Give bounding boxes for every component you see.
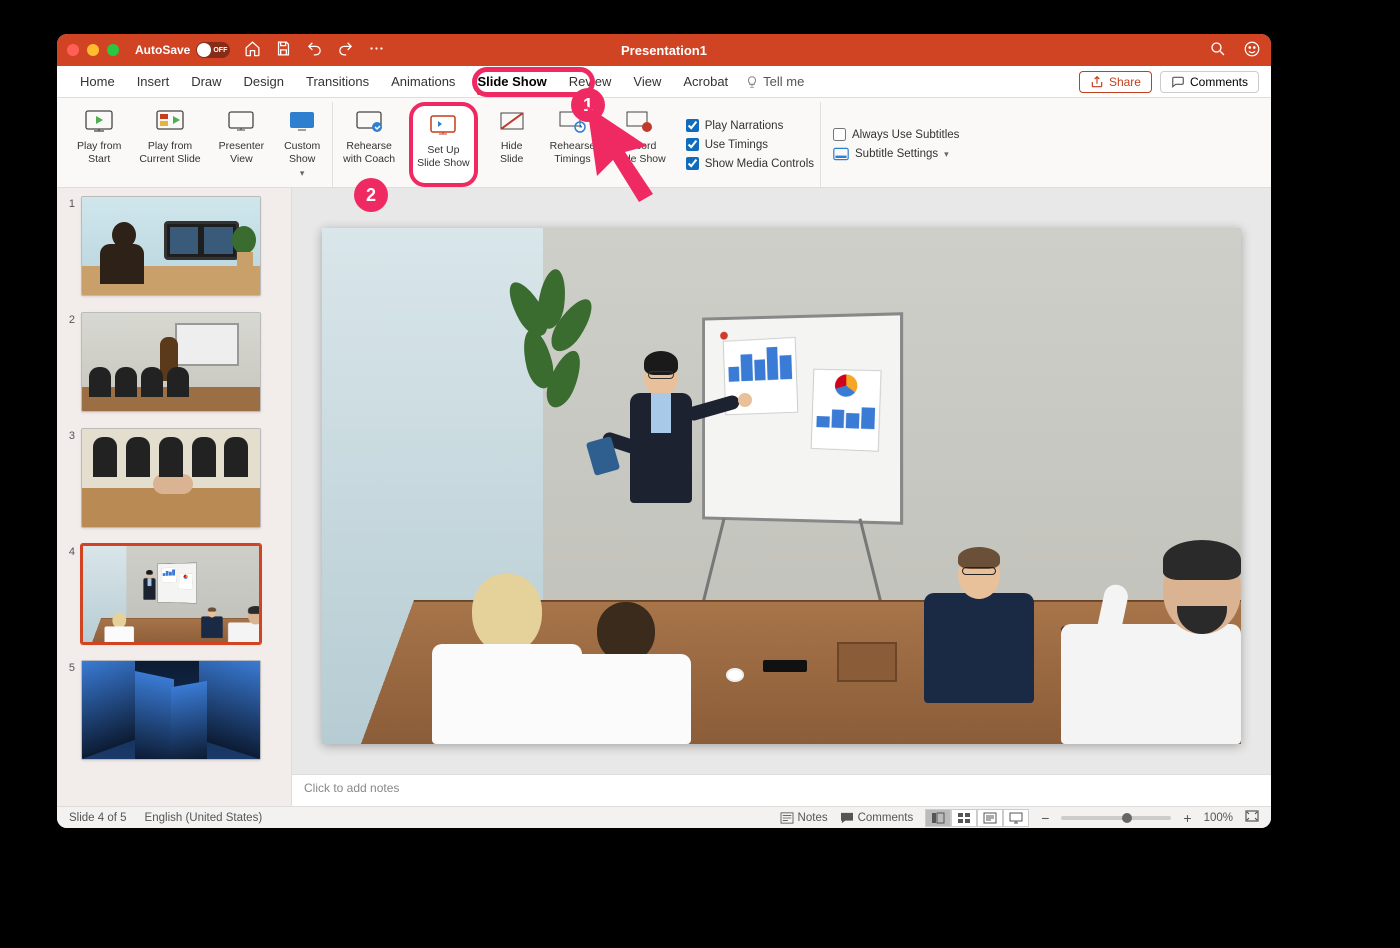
play-narrations-checkbox[interactable]: Play Narrations — [686, 119, 814, 132]
tab-draw[interactable]: Draw — [180, 66, 232, 98]
coach-icon — [353, 106, 385, 138]
zoom-level[interactable]: 100% — [1204, 812, 1233, 824]
share-button[interactable]: Share — [1079, 71, 1152, 93]
thumbnail-2[interactable] — [81, 312, 261, 412]
editor-main: Click to add notes — [292, 188, 1271, 806]
reading-view-button[interactable] — [977, 809, 1003, 827]
thumbnail-5[interactable] — [81, 660, 261, 760]
comments-button[interactable]: Comments — [1160, 71, 1259, 93]
presenter-view-button[interactable]: Presenter View — [215, 102, 269, 187]
smiley-icon[interactable] — [1243, 40, 1261, 61]
thumb-number: 5 — [63, 660, 75, 760]
notes-placeholder: Click to add notes — [304, 781, 399, 795]
slide-position[interactable]: Slide 4 of 5 — [69, 812, 127, 824]
titlebar: AutoSave OFF Presentation1 — [57, 34, 1271, 66]
thumbnail-4[interactable] — [81, 544, 261, 644]
app-window: AutoSave OFF Presentation1 Home Insert D… — [57, 34, 1271, 828]
lightbulb-icon — [745, 75, 759, 89]
thumb-number: 4 — [63, 544, 75, 644]
use-timings-checkbox[interactable]: Use Timings — [686, 138, 814, 151]
language-status[interactable]: English (United States) — [145, 812, 263, 824]
set-up-slide-show-button[interactable]: Set Up Slide Show — [409, 102, 478, 187]
play-current-icon — [154, 106, 186, 138]
thumb-number: 2 — [63, 312, 75, 412]
record-slide-show-button[interactable]: Record Slide Show — [609, 102, 670, 187]
notes-icon — [780, 812, 794, 824]
tab-review[interactable]: Review — [558, 66, 623, 98]
view-mode-buttons — [925, 809, 1029, 827]
comments-toggle[interactable]: Comments — [840, 812, 914, 824]
comment-icon — [1171, 75, 1185, 89]
tab-animations[interactable]: Animations — [380, 66, 466, 98]
thumb-number: 3 — [63, 428, 75, 528]
status-bar: Slide 4 of 5 English (United States) Not… — [57, 806, 1271, 828]
hide-slide-button[interactable]: Hide Slide — [488, 102, 536, 187]
tab-view[interactable]: View — [622, 66, 672, 98]
zoom-out-button[interactable]: − — [1041, 811, 1049, 825]
chevron-down-icon: ▾ — [944, 149, 949, 160]
tell-me-search[interactable]: Tell me — [745, 74, 804, 89]
tab-insert[interactable]: Insert — [126, 66, 181, 98]
notes-pane[interactable]: Click to add notes — [292, 774, 1271, 806]
slide-canvas[interactable] — [322, 228, 1241, 745]
setup-icon — [427, 110, 459, 142]
toggle-switch[interactable]: OFF — [196, 42, 230, 58]
show-media-checkbox[interactable]: Show Media Controls — [686, 157, 814, 170]
ribbon: Play from Start Play from Current Slide … — [57, 98, 1271, 188]
play-from-current-button[interactable]: Play from Current Slide — [135, 102, 204, 187]
tab-acrobat[interactable]: Acrobat — [672, 66, 739, 98]
minimize-window-button[interactable] — [87, 44, 99, 56]
custom-show-button[interactable]: Custom Show ▾ — [278, 102, 326, 187]
presenter-icon — [225, 106, 257, 138]
close-window-button[interactable] — [67, 44, 79, 56]
document-title: Presentation1 — [621, 43, 707, 58]
zoom-in-button[interactable]: + — [1183, 811, 1191, 825]
slideshow-view-button[interactable] — [1003, 809, 1029, 827]
play-from-start-button[interactable]: Play from Start — [73, 102, 125, 187]
ribbon-tabs: Home Insert Draw Design Transitions Anim… — [57, 66, 1271, 98]
traffic-lights — [67, 44, 119, 56]
tab-transitions[interactable]: Transitions — [295, 66, 380, 98]
search-icon[interactable] — [1209, 40, 1227, 61]
redo-icon[interactable] — [337, 40, 354, 60]
share-icon — [1090, 75, 1104, 89]
chevron-down-icon: ▾ — [300, 168, 305, 179]
notes-toggle[interactable]: Notes — [780, 812, 828, 824]
record-icon — [623, 106, 655, 138]
thumbnail-3[interactable] — [81, 428, 261, 528]
fit-to-window-button[interactable] — [1245, 810, 1259, 825]
slide-image — [322, 228, 1241, 745]
thumbnail-1[interactable] — [81, 196, 261, 296]
thumb-number: 1 — [63, 196, 75, 296]
tab-home[interactable]: Home — [69, 66, 126, 98]
maximize-window-button[interactable] — [107, 44, 119, 56]
rehearse-coach-button[interactable]: Rehearse with Coach — [339, 102, 399, 187]
comment-icon — [840, 812, 854, 824]
slide-canvas-area[interactable] — [292, 188, 1271, 774]
subtitle-icon — [833, 147, 849, 161]
home-icon[interactable] — [244, 40, 261, 60]
save-icon[interactable] — [275, 40, 292, 60]
sorter-view-button[interactable] — [951, 809, 977, 827]
normal-view-button[interactable] — [925, 809, 951, 827]
custom-show-icon — [286, 106, 318, 138]
undo-icon[interactable] — [306, 40, 323, 60]
more-icon[interactable] — [368, 40, 385, 60]
tab-slide-show[interactable]: Slide Show — [466, 66, 557, 98]
autosave-toggle[interactable]: AutoSave OFF — [135, 42, 230, 58]
play-start-icon — [83, 106, 115, 138]
thumbnail-panel[interactable]: 1 2 3 4 — [57, 188, 292, 806]
hide-slide-icon — [496, 106, 528, 138]
always-subtitles-checkbox[interactable]: Always Use Subtitles — [833, 128, 959, 141]
quick-access-toolbar — [244, 40, 385, 60]
subtitle-settings-button[interactable]: Subtitle Settings ▾ — [833, 147, 959, 161]
tab-design[interactable]: Design — [233, 66, 295, 98]
zoom-slider[interactable] — [1061, 816, 1171, 820]
autosave-label: AutoSave — [135, 43, 190, 57]
timings-icon — [556, 106, 588, 138]
rehearse-timings-button[interactable]: Rehearse Timings — [546, 102, 600, 187]
